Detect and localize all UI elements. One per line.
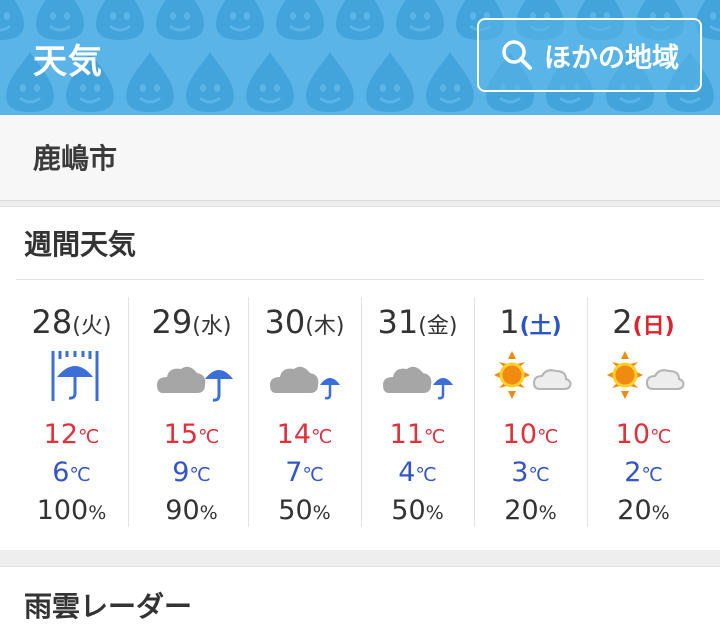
cloudy-occasional-rain-icon [270,366,340,400]
other-region-button[interactable]: ほかの地域 [477,18,702,92]
sunny-then-cloudy-icon [494,351,572,399]
divider [16,279,704,280]
high-temp: 12℃ [43,419,100,450]
low-temp: 3℃ [511,457,550,488]
app-header: 天気 ほかの地域 [0,0,720,115]
weekly-forecast-list: 28(火) 12℃ 6℃ 100% 29(水) 15℃ 9℃ 90% 30(木)… [0,297,720,527]
low-temp: 9℃ [172,457,211,488]
high-temp: 14℃ [276,419,333,450]
precip-probability: 20% [617,495,670,526]
weekly-weather-title: 週間天気 [24,228,137,261]
rain-radar-title: 雨雲レーダー [24,590,193,623]
low-temp: 7℃ [285,457,324,488]
weekly-weather-card: 週間天気 28(火) 12℃ 6℃ 100% 29(水) 15℃ 9℃ 90% … [0,206,720,550]
forecast-day[interactable]: 2(日) 10℃ 2℃ 20% [587,297,700,527]
forecast-date: 29(水) [151,303,232,341]
forecast-date: 1(土) [499,303,562,341]
low-temp: 2℃ [624,457,663,488]
precip-probability: 100% [36,495,107,526]
high-temp: 15℃ [163,419,220,450]
rain-umbrella-icon [51,351,99,401]
forecast-day[interactable]: 31(金) 11℃ 4℃ 50% [361,297,475,527]
high-temp: 11℃ [389,419,446,450]
forecast-day[interactable]: 1(土) 10℃ 3℃ 20% [474,297,588,527]
search-icon [502,40,532,70]
page-title: 天気 [33,42,103,82]
forecast-day[interactable]: 30(木) 14℃ 7℃ 50% [248,297,362,527]
precip-probability: 50% [391,495,444,526]
sunny-then-cloudy-icon [607,351,685,399]
low-temp: 6℃ [52,457,91,488]
cloudy-rain-icon [157,366,233,402]
forecast-day[interactable]: 29(水) 15℃ 9℃ 90% [135,297,249,527]
forecast-date: 2(日) [612,303,675,341]
other-region-label: ほかの地域 [544,42,679,74]
precip-probability: 90% [165,495,218,526]
forecast-date: 28(火) [31,303,112,341]
low-temp: 4℃ [398,457,437,488]
high-temp: 10℃ [615,419,672,450]
forecast-date: 31(金) [377,303,458,341]
location-bar: 鹿嶋市 [0,115,720,201]
location-name: 鹿嶋市 [33,142,118,175]
forecast-day[interactable]: 28(火) 12℃ 6℃ 100% [15,297,129,527]
precip-probability: 20% [504,495,557,526]
cloudy-occasional-rain-icon [383,366,453,400]
forecast-date: 30(木) [264,303,345,341]
high-temp: 10℃ [502,419,559,450]
precip-probability: 50% [278,495,331,526]
rain-radar-card: 雨雲レーダー [0,566,720,627]
